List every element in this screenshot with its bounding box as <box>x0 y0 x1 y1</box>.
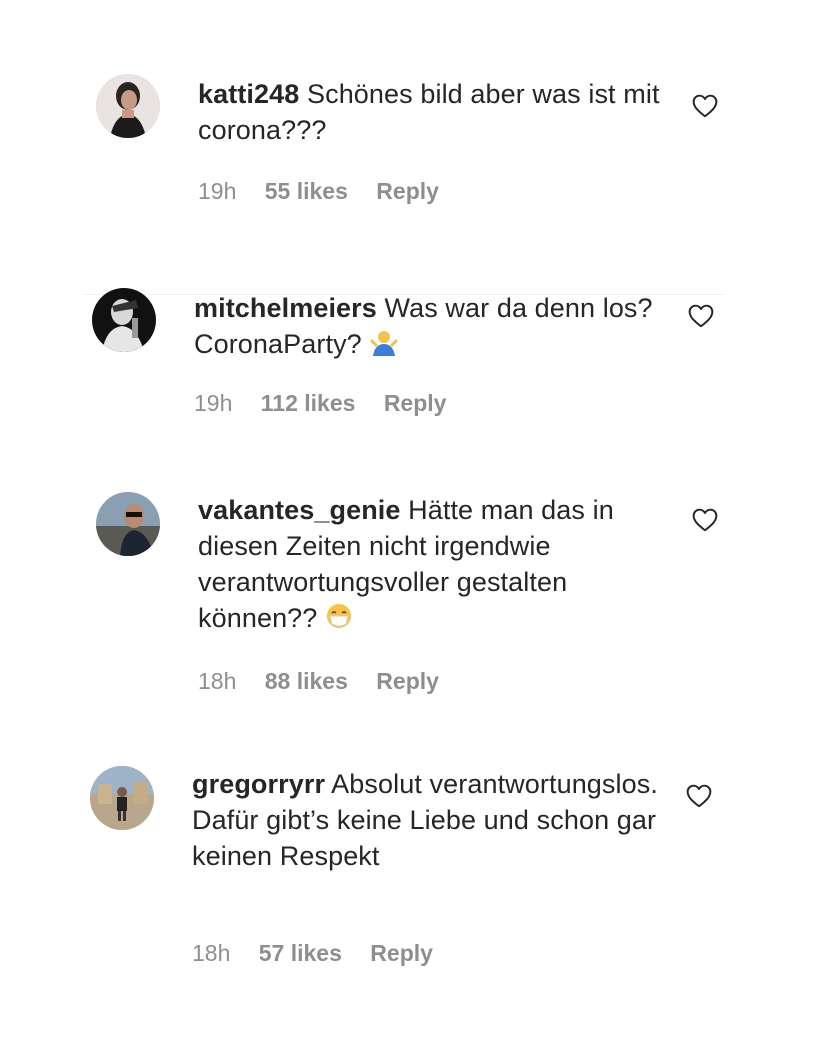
reply-button[interactable]: Reply <box>370 940 433 966</box>
comment-time[interactable]: 19h <box>194 390 232 416</box>
heart-outline-icon[interactable] <box>686 784 712 808</box>
heart-outline-icon[interactable] <box>692 94 718 118</box>
avatar[interactable] <box>92 288 156 352</box>
comment-likes[interactable]: 57 likes <box>259 940 342 966</box>
comment-meta: 19h 55 likes Reply <box>198 178 461 205</box>
avatar[interactable] <box>90 766 154 830</box>
comment-meta: 19h 112 likes Reply <box>194 390 468 417</box>
comment-username[interactable]: vakantes_genie <box>198 495 401 525</box>
comment-body: mitchelmeiers Was war da denn los? Coron… <box>194 290 664 362</box>
comment-time[interactable]: 18h <box>198 668 236 694</box>
comment-likes[interactable]: 88 likes <box>265 668 348 694</box>
comment-time[interactable]: 19h <box>198 178 236 204</box>
comment-time[interactable]: 18h <box>192 940 230 966</box>
comment-likes[interactable]: 55 likes <box>265 178 348 204</box>
comment-meta: 18h 88 likes Reply <box>198 668 461 695</box>
face-with-medical-mask-emoji <box>327 604 352 628</box>
heart-outline-icon[interactable] <box>692 508 718 532</box>
comment-username[interactable]: gregorryrr <box>192 769 325 799</box>
heart-outline-icon[interactable] <box>688 304 714 328</box>
reply-button[interactable]: Reply <box>376 178 439 204</box>
reply-button[interactable]: Reply <box>384 390 447 416</box>
comment-body: katti248 Schönes bild aber was ist mit c… <box>198 76 668 148</box>
comment-likes[interactable]: 112 likes <box>261 390 356 416</box>
comment-username[interactable]: mitchelmeiers <box>194 293 377 323</box>
avatar[interactable] <box>96 492 160 556</box>
comment-body: vakantes_genie Hätte man das in diesen Z… <box>198 492 668 636</box>
avatar[interactable] <box>96 74 160 138</box>
person-shrugging-emoji <box>370 331 399 356</box>
comment-body: gregorryrr Absolut verantwortungslos. Da… <box>192 766 662 874</box>
comment-username[interactable]: katti248 <box>198 79 299 109</box>
comment-meta: 18h 57 likes Reply <box>192 940 455 967</box>
reply-button[interactable]: Reply <box>376 668 439 694</box>
